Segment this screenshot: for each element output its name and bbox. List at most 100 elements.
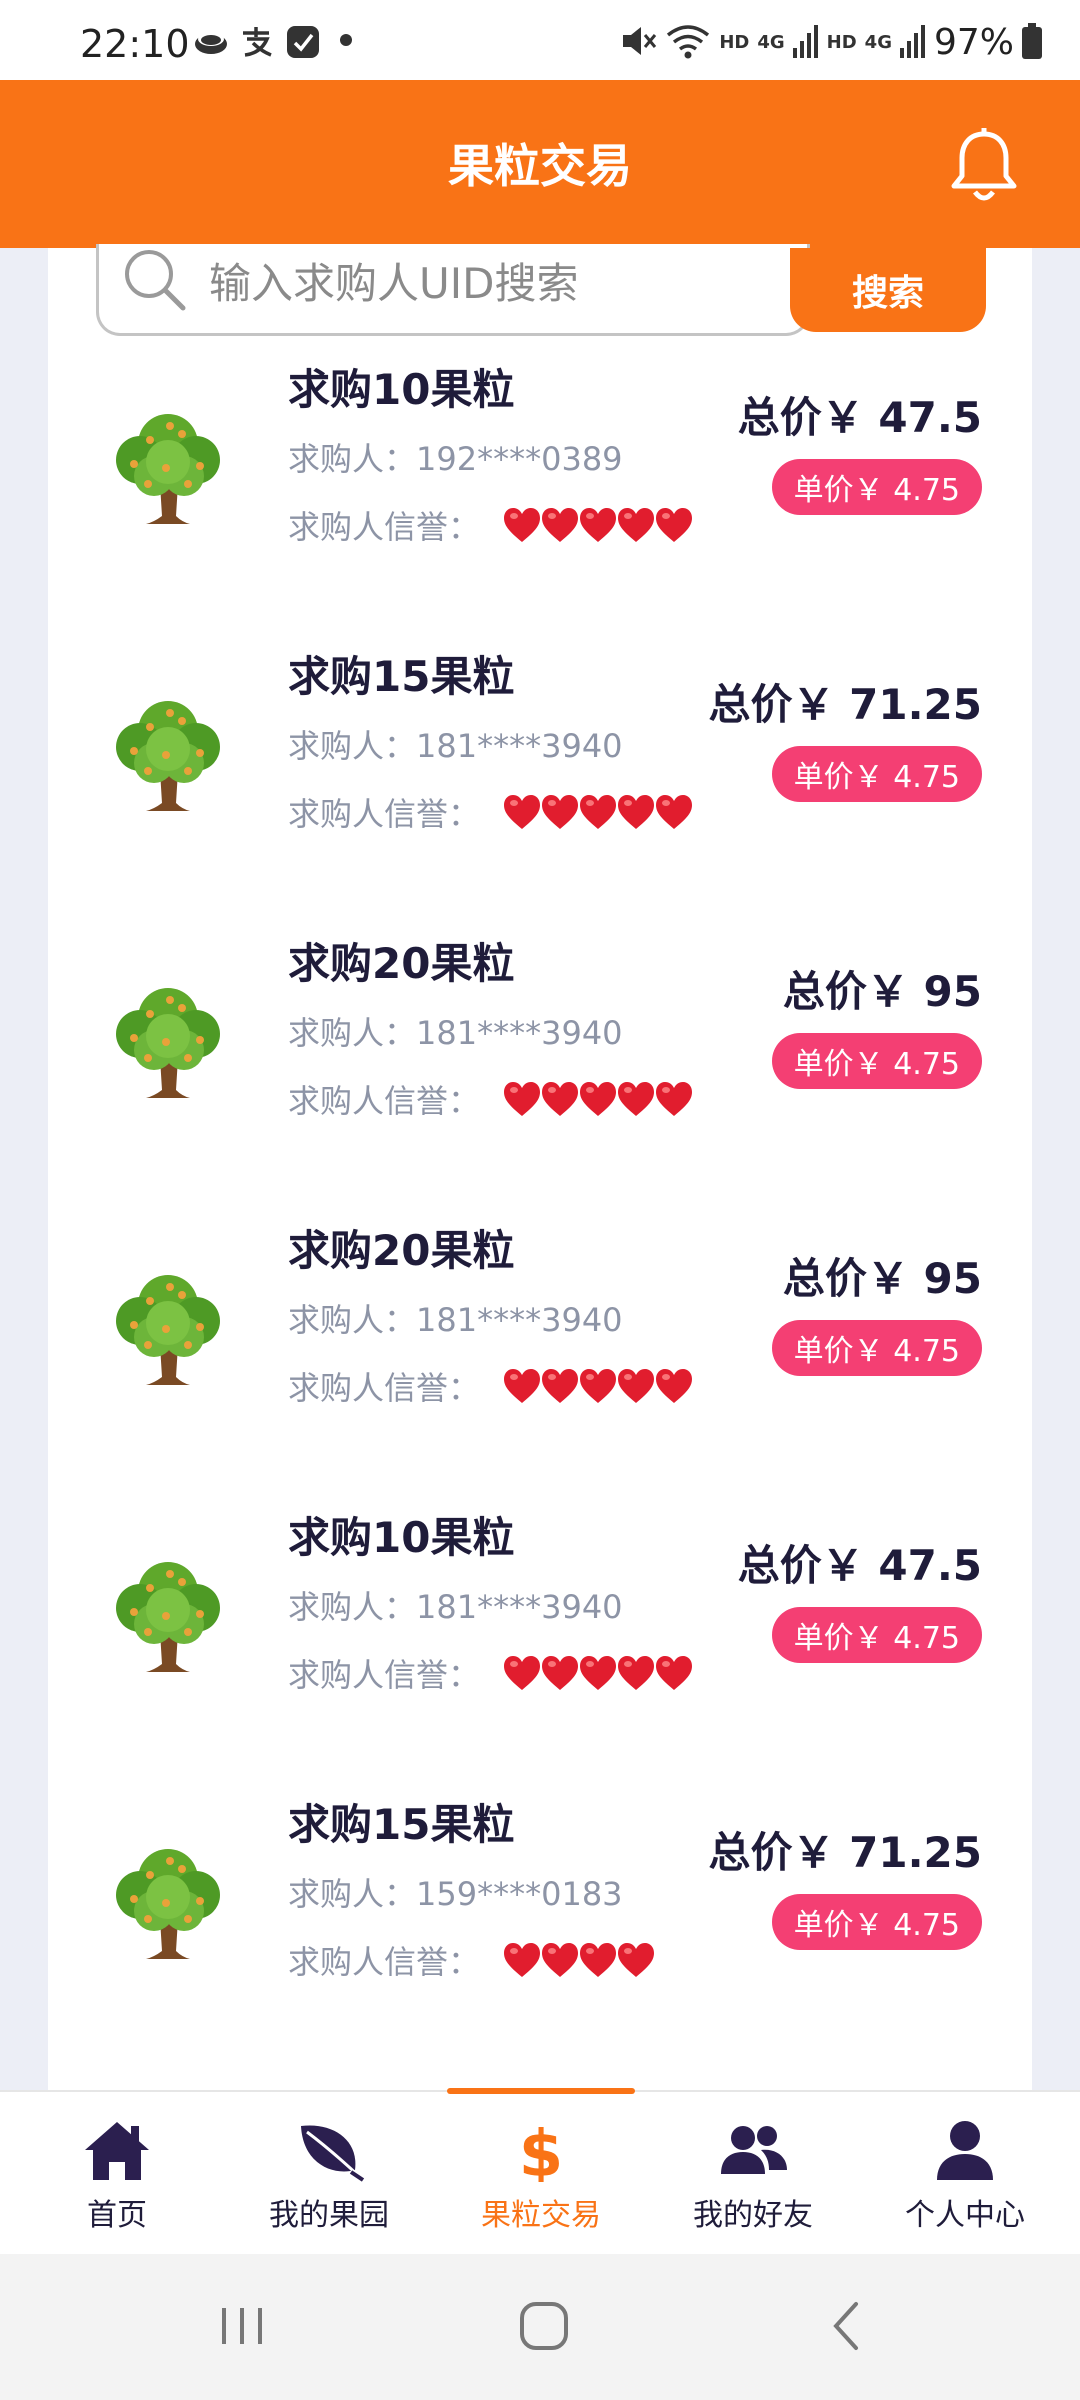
status-indicators: HD 4G HD 4G 97%	[619, 22, 1042, 63]
friends-icon	[721, 2126, 787, 2174]
order-title: 求购10果粒	[288, 1513, 515, 1562]
fruit-tree-icon	[104, 404, 232, 534]
order-row[interactable]: 求购10果粒 求购人：192****0389 求购人信誉： 总价￥ 47.5 单价￥ 4…	[48, 352, 1032, 639]
unit-price-badge: 单价￥ 4.75	[771, 1033, 982, 1089]
credit-line: 求购人信誉：	[288, 1937, 655, 1983]
buyer-line: 求购人：181****3940	[288, 1295, 623, 1341]
total-price: 总价￥ 71.25	[708, 1828, 982, 1877]
heart-icon	[616, 1654, 656, 1692]
heart-icon	[502, 1367, 542, 1405]
back-icon[interactable]	[818, 2296, 878, 2356]
network-label: 4G	[864, 32, 892, 53]
buyer-id: 181****3940	[416, 1588, 623, 1626]
search-button[interactable]: 搜索	[790, 248, 986, 332]
unit-price-badge: 单价￥ 4.75	[771, 1894, 982, 1950]
heart-icon	[578, 1941, 618, 1979]
fruit-tree-icon	[104, 1552, 232, 1682]
heart-icon	[616, 1080, 656, 1118]
heart-icon	[540, 793, 580, 831]
credit-label: 求购人信誉：	[288, 508, 481, 546]
buyer-line: 求购人：159****0183	[288, 1869, 623, 1915]
credit-label: 求购人信誉：	[288, 1656, 481, 1694]
credit-line: 求购人信誉：	[288, 502, 694, 548]
order-title: 求购20果粒	[288, 1226, 515, 1275]
credit-label: 求购人信誉：	[288, 1943, 481, 1981]
credit-label: 求购人信誉：	[288, 1369, 481, 1407]
nav-item-orchard[interactable]: 我的果园	[221, 2092, 437, 2256]
heart-icon	[502, 1080, 542, 1118]
order-list: 求购10果粒 求购人：192****0389 求购人信誉： 总价￥ 47.5 单价￥ 4…	[48, 352, 1032, 2074]
credit-label: 求购人信誉：	[288, 795, 481, 833]
home-button-icon[interactable]	[514, 2296, 574, 2356]
search-input[interactable]	[209, 244, 789, 322]
credit-hearts	[502, 793, 694, 831]
fruit-tree-icon	[104, 1839, 232, 1969]
buyer-id: 159****0183	[416, 1875, 623, 1913]
alipay-icon	[239, 24, 275, 60]
order-title: 求购20果粒	[288, 939, 515, 988]
buyer-line: 求购人：181****3940	[288, 1008, 623, 1054]
search-box[interactable]	[96, 244, 810, 336]
heart-icon	[540, 1367, 580, 1405]
battery-percent: 97%	[933, 22, 1014, 63]
heart-icon	[540, 1080, 580, 1118]
buyer-label: 求购人：	[288, 1301, 417, 1339]
buyer-line: 求购人：192****0389	[288, 434, 623, 480]
nav-item-home[interactable]: 首页	[9, 2092, 225, 2256]
heart-icon	[654, 1654, 694, 1692]
total-price: 总价￥ 47.5	[737, 1541, 982, 1590]
credit-hearts	[502, 1367, 694, 1405]
mute-icon	[619, 23, 657, 63]
total-price: 总价￥ 71.25	[708, 680, 982, 729]
total-price: 总价￥ 47.5	[737, 393, 982, 442]
heart-icon	[502, 1941, 542, 1979]
heart-icon	[654, 506, 694, 544]
heart-icon	[654, 1367, 694, 1405]
app-notification-icon	[193, 24, 229, 60]
unit-price-badge: 单价￥ 4.75	[771, 1607, 982, 1663]
unit-price-badge: 单价￥ 4.75	[771, 1320, 982, 1376]
buyer-label: 求购人：	[288, 440, 417, 478]
credit-label: 求购人信誉：	[288, 1082, 481, 1120]
dollar-icon: $	[519, 2118, 564, 2182]
order-row[interactable]: 求购20果粒 求购人：181****3940 求购人信誉： 总价￥ 95 单价￥ 4.7…	[48, 926, 1032, 1213]
svg-text:$: $	[519, 2118, 564, 2182]
order-title: 求购15果粒	[288, 652, 515, 701]
credit-hearts	[502, 1941, 655, 1979]
nav-item-friends[interactable]: 我的好友	[645, 2092, 861, 2256]
buyer-id: 181****3940	[416, 1014, 623, 1052]
heart-icon	[540, 506, 580, 544]
heart-icon	[540, 1941, 580, 1979]
order-row[interactable]: 求购15果粒 求购人：159****0183 求购人信誉： 总价￥ 71.25 单价￥ …	[48, 1787, 1032, 2074]
buyer-line: 求购人：181****3940	[288, 1582, 623, 1628]
signal-icon	[792, 24, 819, 62]
buyer-label: 求购人：	[288, 1588, 417, 1626]
heart-icon	[654, 793, 694, 831]
buyer-label: 求购人：	[288, 727, 417, 765]
buyer-id: 192****0389	[416, 440, 623, 478]
heart-icon	[578, 793, 618, 831]
recent-apps-icon[interactable]	[212, 2296, 272, 2356]
heart-icon	[616, 793, 656, 831]
nav-label: 我的果园	[269, 2198, 389, 2233]
order-row[interactable]: 求购10果粒求购人：181****3940 求购人信誉： 总价￥ 47.5 单价￥ 4…	[48, 1500, 1032, 1787]
app-header: 果粒交易	[0, 80, 1080, 248]
heart-icon	[540, 1654, 580, 1692]
heart-icon	[502, 1654, 542, 1692]
order-row[interactable]: 求购15果粒 求购人：181****3940 求购人信誉： 总价￥ 71.25 单价￥ …	[48, 639, 1032, 926]
nav-item-profile[interactable]: 个人中心	[857, 2092, 1073, 2256]
search-icon	[119, 244, 191, 316]
buyer-label: 求购人：	[288, 1014, 417, 1052]
buyer-id: 181****3940	[416, 1301, 623, 1339]
fruit-tree-icon	[104, 1265, 232, 1395]
bottom-nav: 首页 我的果园 $ 果粒交易 我的好友 个人中心	[0, 2088, 1080, 2256]
credit-line: 求购人信誉：	[288, 1363, 694, 1409]
order-title: 求购10果粒	[288, 365, 515, 414]
nav-item-trade[interactable]: $ 果粒交易	[433, 2092, 649, 2256]
bell-icon[interactable]	[948, 126, 1020, 206]
status-bar: 22:10 HD 4G HD 4G 97%	[0, 0, 1080, 80]
order-row[interactable]: 求购20果粒 求购人：181****3940 求购人信誉： 总价￥ 95 单价￥ 4.7…	[48, 1213, 1032, 1500]
heart-icon	[578, 506, 618, 544]
heart-icon	[502, 506, 542, 544]
credit-line: 求购人信誉：	[288, 1076, 693, 1122]
